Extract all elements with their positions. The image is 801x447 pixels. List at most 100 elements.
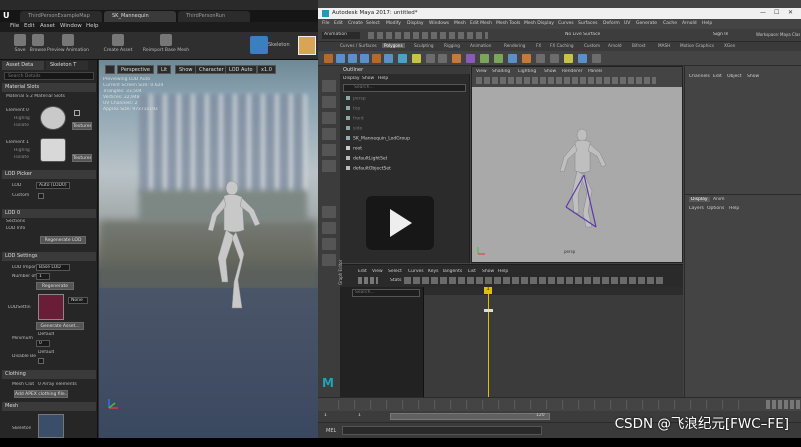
torus-icon[interactable] bbox=[372, 54, 381, 63]
menu-deform[interactable]: Deform bbox=[603, 21, 620, 26]
persp-graph-icon[interactable] bbox=[322, 254, 336, 266]
menu-create[interactable]: Create bbox=[348, 21, 363, 26]
outliner-item-side[interactable]: side bbox=[346, 126, 362, 132]
maya-perspective-viewport[interactable]: View Shading Lighting Show Renderer Pane… bbox=[471, 66, 683, 263]
layer-menu-options[interactable]: Options bbox=[707, 206, 724, 211]
modeling-toolkit-icon[interactable] bbox=[592, 54, 601, 63]
graph-menu-curves[interactable]: Curves bbox=[408, 269, 424, 274]
range-start-field[interactable]: 1 bbox=[324, 413, 327, 418]
viewport-menu-renderer[interactable]: Renderer bbox=[562, 69, 583, 74]
status-line-icons[interactable] bbox=[368, 32, 488, 39]
channel-menu-channels[interactable]: Channels bbox=[689, 74, 710, 79]
menu-mesh-tools[interactable]: Mesh Tools bbox=[496, 21, 520, 26]
outliner-item-root[interactable]: root bbox=[346, 146, 362, 152]
lod-settings-thumbnail[interactable] bbox=[38, 294, 64, 320]
shelf-tab-curves[interactable]: Curves / Surfaces bbox=[340, 43, 377, 48]
lod-select[interactable]: Auto (LOD0) bbox=[36, 182, 70, 189]
menu-cache[interactable]: Cache bbox=[663, 21, 677, 26]
graph-menu-view[interactable]: View bbox=[372, 269, 383, 274]
shelf-tab-arnold[interactable]: Arnold bbox=[608, 43, 622, 48]
lit-button[interactable]: Lit bbox=[157, 65, 172, 74]
channel-menu-object[interactable]: Object bbox=[727, 74, 742, 79]
menu-edit-mesh[interactable]: Edit Mesh bbox=[470, 21, 492, 26]
viewport-menu-lighting[interactable]: Lighting bbox=[518, 69, 536, 74]
number-of-lods-field[interactable]: 1 bbox=[36, 273, 50, 280]
menu-file[interactable]: File bbox=[10, 23, 19, 29]
viewport-menu-panels[interactable]: Panels bbox=[588, 69, 602, 74]
channel-menu-show[interactable]: Show bbox=[747, 74, 759, 79]
scale-tool-icon[interactable] bbox=[322, 160, 336, 172]
menu-set-select[interactable]: Animation bbox=[322, 32, 360, 39]
plane-icon[interactable] bbox=[384, 54, 393, 63]
create-asset-button[interactable]: Create Asset bbox=[100, 34, 136, 58]
shelf-tab-fx[interactable]: FX bbox=[536, 43, 541, 48]
combine-icon[interactable] bbox=[426, 54, 435, 63]
graph-menu-edit[interactable]: Edit bbox=[358, 269, 367, 274]
extrude-icon[interactable] bbox=[480, 54, 489, 63]
outliner-item-top[interactable]: top bbox=[346, 106, 360, 112]
outliner-search-input[interactable]: Search... bbox=[343, 84, 466, 92]
layer-tab-anim[interactable]: Anim bbox=[713, 197, 725, 202]
browse-material-icon[interactable] bbox=[74, 110, 80, 116]
outliner-menu-help[interactable]: Help bbox=[378, 76, 388, 81]
menu-windows[interactable]: Windows bbox=[429, 21, 449, 26]
outliner-item-lodgroup[interactable]: SK_Mannequin_LodGroup bbox=[346, 136, 410, 142]
menu-display[interactable]: Display bbox=[407, 21, 424, 26]
outliner-item-object-set[interactable]: defaultObjectSet bbox=[346, 166, 391, 172]
menu-file[interactable]: File bbox=[322, 21, 330, 26]
add-apex-clothing-button[interactable]: Add APEX clothing file... bbox=[14, 390, 68, 398]
outliner-item-light-set[interactable]: defaultLightSet bbox=[346, 156, 387, 162]
mirror-icon[interactable] bbox=[536, 54, 545, 63]
single-pane-icon[interactable] bbox=[322, 206, 336, 218]
menu-surfaces[interactable]: Surfaces bbox=[578, 21, 598, 26]
section-lod0[interactable]: LOD 0 bbox=[2, 209, 96, 218]
regenerate-button[interactable]: Regenerate bbox=[36, 282, 74, 290]
graph-toolbar-icons[interactable] bbox=[358, 277, 378, 284]
layer-menu-layers[interactable]: Layers bbox=[689, 206, 704, 211]
separate-icon[interactable] bbox=[438, 54, 447, 63]
reimport-base-mesh-button[interactable]: Reimport Base Mesh bbox=[140, 34, 192, 58]
skeleton-thumbnail[interactable] bbox=[38, 414, 64, 438]
character-button[interactable]: Character bbox=[195, 65, 228, 74]
lasso-tool-icon[interactable] bbox=[322, 96, 336, 108]
viewport-icon-bar[interactable] bbox=[476, 77, 656, 84]
menu-generate[interactable]: Generate bbox=[636, 21, 657, 26]
shelf-tab-polygons[interactable]: Polygons bbox=[382, 43, 405, 48]
section-material-slots[interactable]: Material Slots bbox=[2, 83, 96, 92]
custom-checkbox[interactable] bbox=[38, 193, 44, 199]
shelf-tab-animation[interactable]: Animation bbox=[470, 43, 491, 48]
graph-menu-keys[interactable]: Keys bbox=[428, 269, 439, 274]
maximize-icon[interactable]: ☐ bbox=[774, 9, 779, 16]
menu-edit[interactable]: Edit bbox=[334, 21, 343, 26]
shelf-tab-fx-caching[interactable]: FX Caching bbox=[550, 43, 574, 48]
shelf-tab-xgen[interactable]: XGen bbox=[724, 43, 735, 48]
menu-edit[interactable]: Edit bbox=[24, 23, 35, 29]
menu-mesh[interactable]: Mesh bbox=[454, 21, 466, 26]
viewport-menu-show[interactable]: Show bbox=[544, 69, 556, 74]
layer-menu-help[interactable]: Help bbox=[729, 206, 739, 211]
outliner-item-front[interactable]: front bbox=[346, 116, 364, 122]
keyframe-marker[interactable] bbox=[484, 309, 493, 312]
select-tool-icon[interactable] bbox=[322, 80, 336, 92]
menu-help[interactable]: Help bbox=[86, 23, 99, 29]
range-bar[interactable] bbox=[390, 413, 550, 420]
graph-menu-list[interactable]: List bbox=[468, 269, 476, 274]
skeleton-icon[interactable] bbox=[250, 36, 268, 54]
mesh-mode-icon[interactable] bbox=[298, 36, 316, 55]
generate-asset-button[interactable]: Generate Asset... bbox=[36, 322, 84, 330]
outliner-menu-display[interactable]: Display bbox=[343, 76, 360, 81]
viewport-menu-button[interactable] bbox=[105, 65, 115, 74]
minimize-icon[interactable]: — bbox=[760, 9, 766, 16]
viewport-menu-view[interactable]: View bbox=[476, 69, 487, 74]
current-frame-marker[interactable]: 1 bbox=[484, 287, 492, 294]
regenerate-lod-button[interactable]: Regenerate LOD bbox=[40, 236, 86, 244]
move-tool-icon[interactable] bbox=[322, 128, 336, 140]
graph-curve-area[interactable]: 1 bbox=[424, 287, 683, 402]
disc-icon[interactable] bbox=[398, 54, 407, 63]
tab-asset-details[interactable]: Asset Deta bbox=[2, 61, 44, 70]
pyramid-icon[interactable] bbox=[412, 54, 421, 63]
sphere-icon[interactable] bbox=[324, 54, 333, 63]
show-button[interactable]: Show bbox=[175, 65, 197, 74]
ue-viewport[interactable]: Perspective Lit Show Character LOD Auto … bbox=[99, 60, 318, 438]
lod-info-row[interactable]: LOD Info bbox=[6, 226, 25, 231]
